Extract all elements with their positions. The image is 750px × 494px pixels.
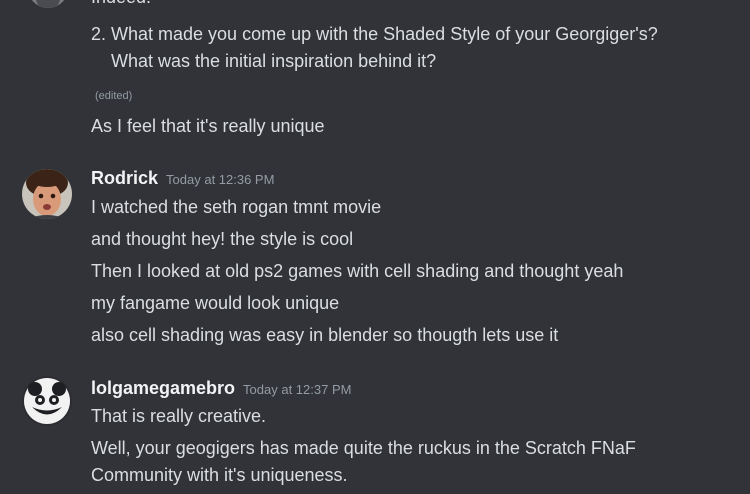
rodrick-avatar[interactable]	[22, 169, 72, 219]
avatar-image-icon	[28, 0, 68, 8]
list-item-line-1: What made you come up with the Shaded St…	[111, 24, 658, 44]
lolgame-avatar-icon	[22, 376, 72, 426]
lolgame-header: lolgamegamebro Today at 12:37 PM	[91, 378, 351, 399]
list-item-number: 2.	[91, 24, 107, 44]
rodrick-header: Rodrick Today at 12:36 PM	[91, 168, 274, 189]
followup-message: As I feel that it's really unique	[91, 116, 325, 136]
rodrick-line-5: also cell shading was easy in blender so…	[91, 325, 559, 345]
rodrick-line-3: Then I looked at old ps2 games with cell…	[91, 261, 624, 281]
rodrick-line-2: and thought hey! the style is cool	[91, 229, 354, 249]
edited-label: (edited)	[95, 90, 133, 102]
lolgame-line-2: Well, your geogigers has made quite the …	[91, 438, 636, 458]
lolgame-timestamp[interactable]: Today at 12:37 PM	[243, 382, 351, 397]
previous-avatar[interactable]	[28, 0, 68, 8]
lolgame-username[interactable]: lolgamegamebro	[91, 378, 235, 399]
lolgame-line-3: Community with it's uniqueness.	[91, 465, 348, 485]
previous-cutoff-text: Indeed.	[91, 0, 151, 8]
rodrick-username[interactable]: Rodrick	[91, 168, 158, 189]
list-item-line-2: What was the initial inspiration behind …	[111, 51, 437, 71]
rodrick-timestamp[interactable]: Today at 12:36 PM	[166, 172, 274, 187]
rodrick-line-1: I watched the seth rogan tmnt movie	[91, 197, 382, 217]
lolgame-avatar[interactable]	[22, 376, 72, 426]
rodrick-line-4: my fangame would look unique	[91, 293, 340, 313]
rodrick-avatar-icon	[22, 169, 72, 219]
lolgame-line-1: That is really creative.	[91, 406, 267, 426]
